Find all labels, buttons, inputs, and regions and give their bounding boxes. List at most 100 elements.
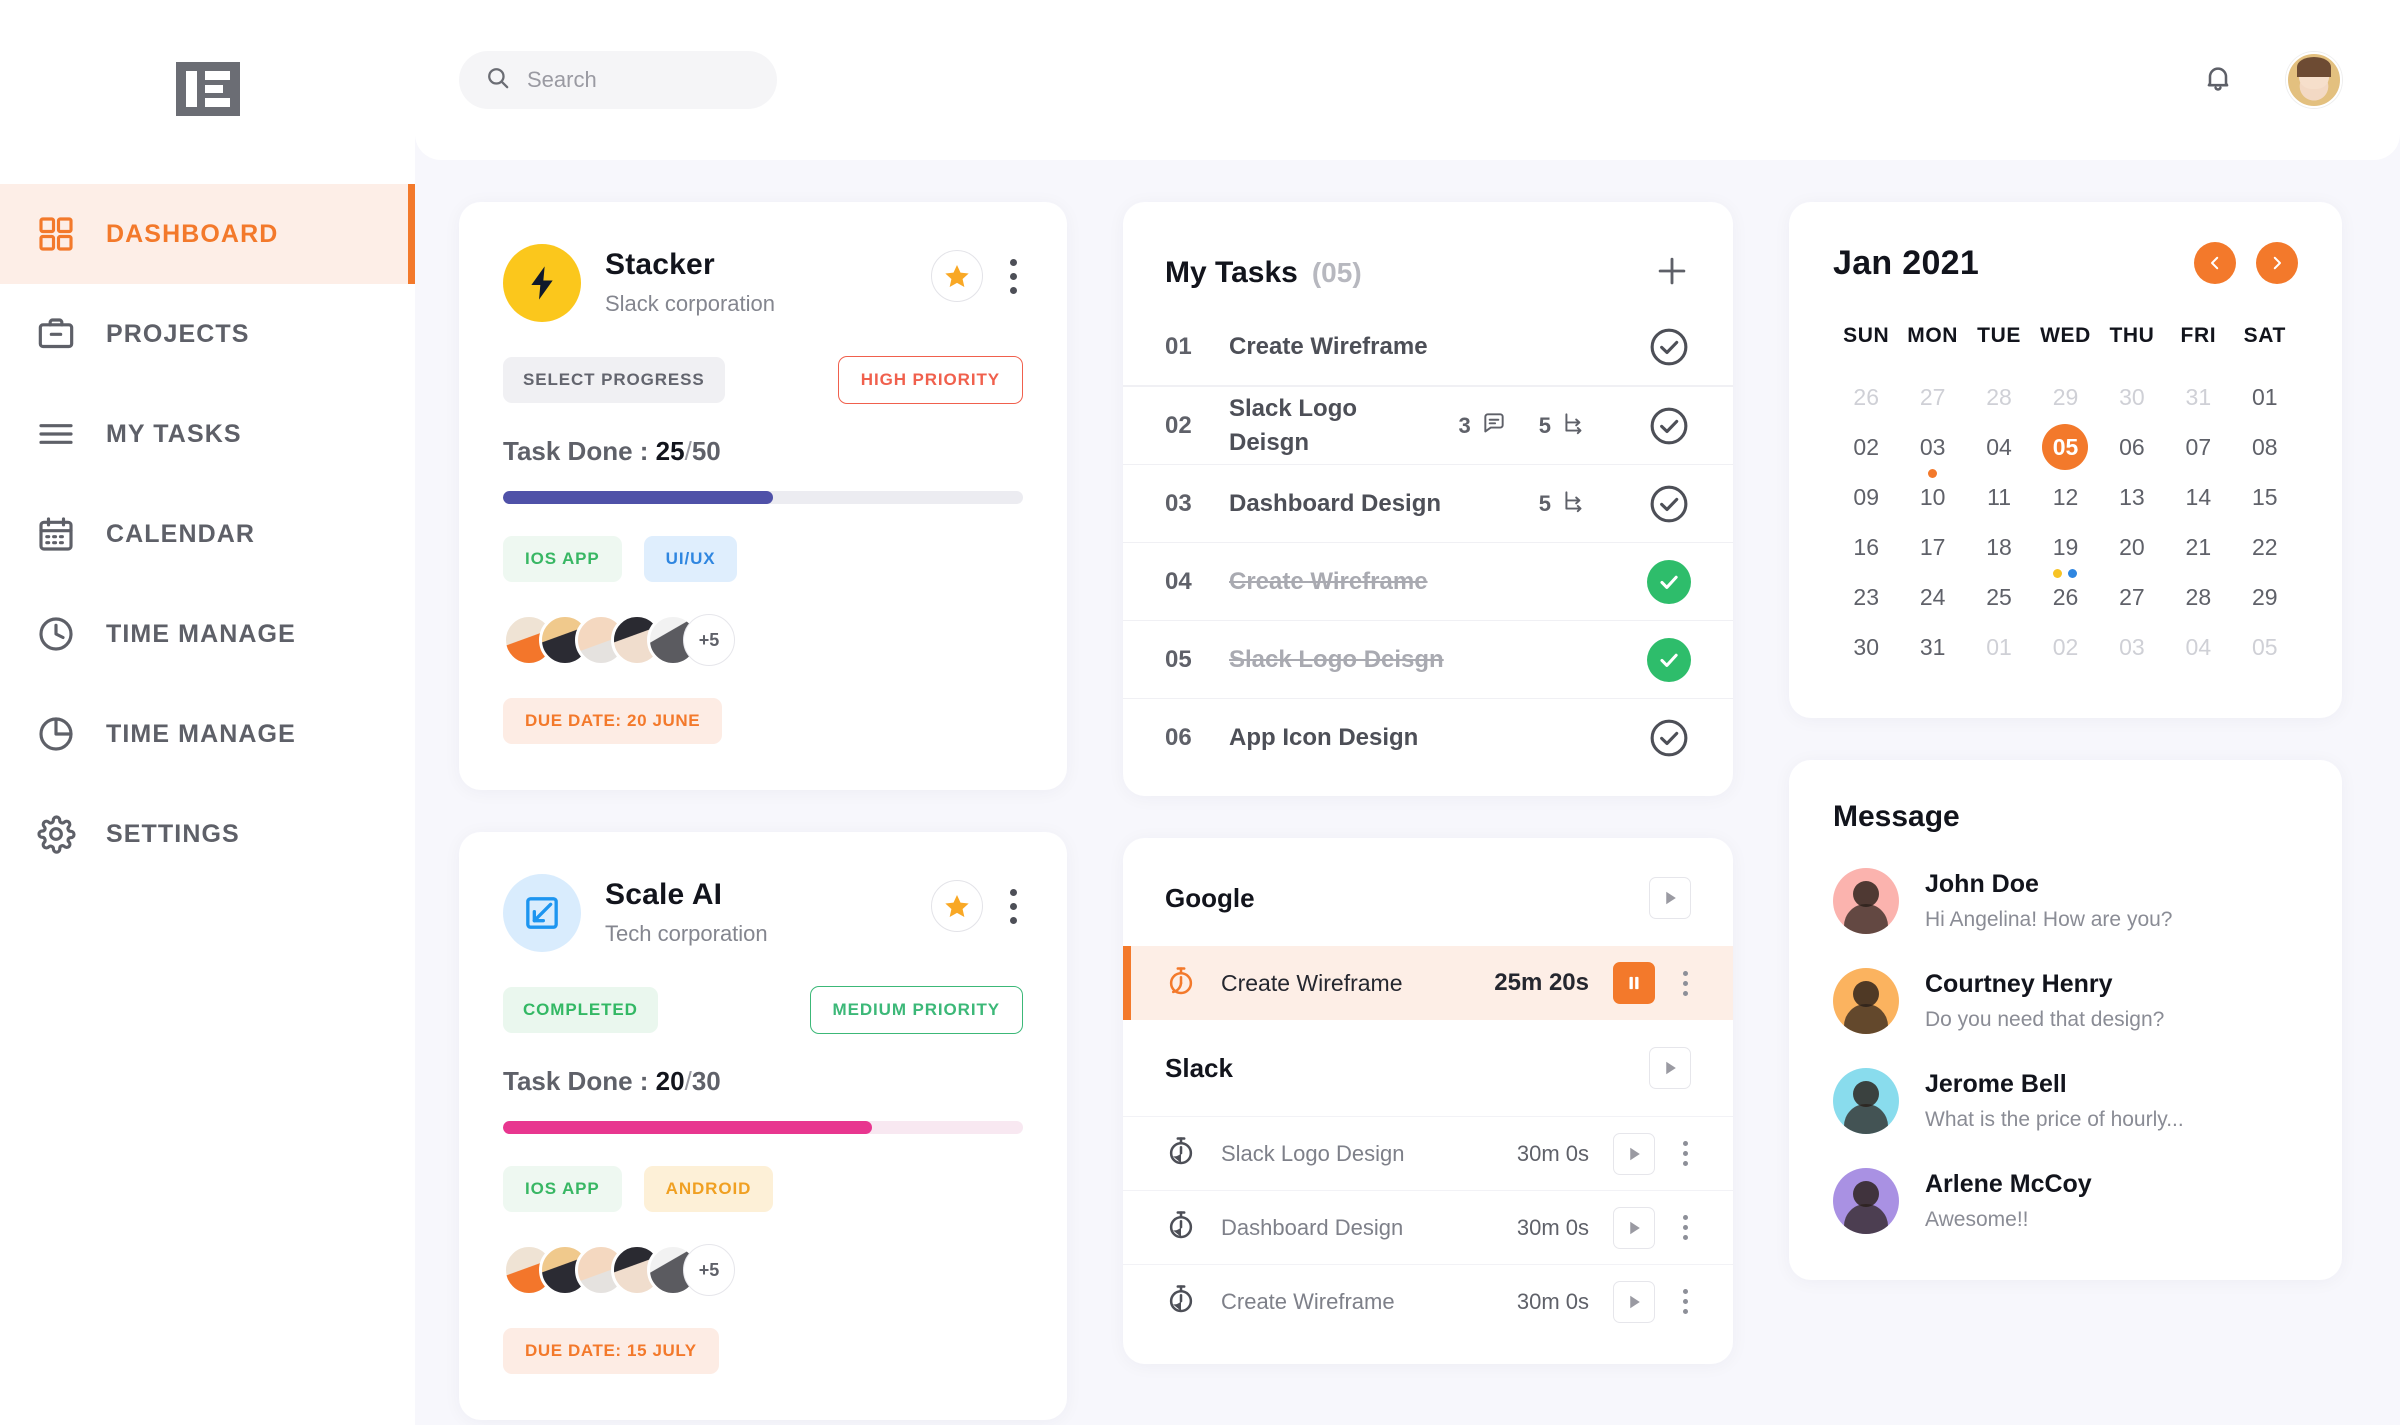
calendar-day[interactable]: 08 [2232, 424, 2298, 474]
calendar-day[interactable]: 30 [2099, 374, 2165, 424]
calendar-day[interactable]: 19 [2032, 524, 2098, 578]
calendar-day[interactable]: 02 [1833, 424, 1899, 474]
chevron-right-icon[interactable] [2256, 242, 2298, 284]
calendar-day[interactable]: 27 [1899, 374, 1965, 424]
task-completed-icon[interactable] [1647, 559, 1691, 604]
more-options-icon[interactable] [1003, 885, 1023, 928]
message-item[interactable]: Jerome Bell What is the price of hourly..… [1833, 1068, 2298, 1134]
calendar-day[interactable]: 24 [1899, 574, 1965, 624]
bell-icon[interactable] [2202, 62, 2234, 99]
task-row[interactable]: 03 Dashboard Design 5 [1123, 464, 1733, 542]
calendar-day[interactable]: 21 [2165, 524, 2231, 574]
more-options-icon[interactable] [1679, 1137, 1691, 1170]
task-row[interactable]: 06 App Icon Design [1123, 698, 1733, 776]
calendar-day[interactable]: 09 [1833, 474, 1899, 524]
star-icon[interactable] [931, 250, 983, 302]
sidebar-item-projects[interactable]: PROJECTS [0, 284, 415, 384]
extra-members-count[interactable]: +5 [683, 1244, 735, 1296]
sidebar-item-my-tasks[interactable]: MY TASKS [0, 384, 415, 484]
calendar-day[interactable]: 26 [1833, 374, 1899, 424]
calendar-day[interactable]: 31 [1899, 624, 1965, 674]
calendar-day[interactable]: 15 [2232, 474, 2298, 524]
calendar-day[interactable]: 06 [2099, 424, 2165, 474]
play-icon[interactable] [1613, 1206, 1655, 1249]
message-item[interactable]: Courtney Henry Do you need that design? [1833, 968, 2298, 1034]
task-row[interactable]: 01 Create Wireframe [1123, 308, 1733, 386]
sidebar-item-calendar[interactable]: CALENDAR [0, 484, 415, 584]
project-priority-badge[interactable]: HIGH PRIORITY [837, 356, 1023, 404]
project-tag[interactable]: ANDROID [643, 1166, 774, 1212]
calendar-day[interactable]: 29 [2232, 574, 2298, 624]
play-icon[interactable] [1613, 1280, 1655, 1323]
user-avatar[interactable] [2286, 52, 2342, 108]
play-icon[interactable] [1613, 1132, 1655, 1175]
calendar-day[interactable]: 03 [1899, 424, 1965, 478]
chevron-left-icon[interactable] [2194, 242, 2236, 284]
pause-icon[interactable] [1613, 962, 1655, 1004]
calendar-day[interactable]: 30 [1833, 624, 1899, 674]
calendar-day[interactable]: 29 [2032, 374, 2098, 424]
project-status-badge[interactable]: SELECT PROGRESS [503, 357, 725, 403]
calendar-day[interactable]: 11 [1966, 474, 2032, 524]
calendar-day[interactable]: 05 [2032, 424, 2098, 474]
task-row[interactable]: 05 Slack Logo Deisgn [1123, 620, 1733, 698]
calendar-day[interactable]: 14 [2165, 474, 2231, 524]
search-input[interactable]: Search [459, 51, 777, 109]
calendar-day[interactable]: 03 [2099, 624, 2165, 674]
play-icon[interactable] [1649, 877, 1691, 919]
task-completed-icon[interactable] [1647, 637, 1691, 682]
message-item[interactable]: John Doe Hi Angelina! How are you? [1833, 868, 2298, 934]
sidebar-item-dashboard[interactable]: DASHBOARD [0, 184, 415, 284]
calendar-day[interactable]: 28 [2165, 574, 2231, 624]
timer-row[interactable]: Slack Logo Design 30m 0s [1123, 1116, 1733, 1190]
calendar-day[interactable]: 17 [1899, 524, 1965, 574]
project-tag[interactable]: UI/UX [643, 536, 738, 582]
task-check-icon[interactable] [1647, 325, 1691, 369]
calendar-day[interactable]: 25 [1966, 574, 2032, 624]
calendar-day[interactable]: 28 [1966, 374, 2032, 424]
calendar-day[interactable]: 26 [2032, 574, 2098, 624]
calendar-day[interactable]: 10 [1899, 474, 1965, 524]
task-row[interactable]: 02 Slack Logo Deisgn 3 5 [1123, 386, 1733, 464]
calendar-day[interactable]: 22 [2232, 524, 2298, 574]
calendar-day[interactable]: 04 [2165, 624, 2231, 674]
message-item[interactable]: Arlene McCoy Awesome!! [1833, 1168, 2298, 1234]
sidebar-item-settings[interactable]: SETTINGS [0, 784, 415, 884]
sidebar-item-time-manage[interactable]: TIME MANAGE [0, 584, 415, 684]
calendar-day[interactable]: 12 [2032, 474, 2098, 524]
task-row[interactable]: 04 Create Wireframe [1123, 542, 1733, 620]
project-status-badge[interactable]: COMPLETED [503, 987, 658, 1033]
timer-row[interactable]: Dashboard Design 30m 0s [1123, 1190, 1733, 1264]
project-priority-badge[interactable]: MEDIUM PRIORITY [809, 986, 1023, 1034]
calendar-day[interactable]: 31 [2165, 374, 2231, 424]
calendar-day[interactable]: 18 [1966, 524, 2032, 574]
calendar-day[interactable]: 02 [2032, 624, 2098, 674]
extra-members-count[interactable]: +5 [683, 614, 735, 666]
more-options-icon[interactable] [1679, 967, 1691, 1000]
calendar-day[interactable]: 23 [1833, 574, 1899, 624]
play-icon[interactable] [1649, 1047, 1691, 1089]
task-check-icon[interactable] [1647, 716, 1691, 760]
star-icon[interactable] [931, 880, 983, 932]
more-options-icon[interactable] [1679, 1285, 1691, 1318]
calendar-day[interactable]: 16 [1833, 524, 1899, 574]
more-options-icon[interactable] [1679, 1211, 1691, 1244]
calendar-day[interactable]: 05 [2232, 624, 2298, 674]
task-check-icon[interactable] [1647, 404, 1691, 448]
calendar-day[interactable]: 04 [1966, 424, 2032, 474]
timer-row[interactable]: Create Wireframe 25m 20s [1123, 946, 1733, 1020]
calendar-day[interactable]: 20 [2099, 524, 2165, 574]
timer-row[interactable]: Create Wireframe 30m 0s [1123, 1264, 1733, 1338]
project-tag[interactable]: IOS APP [503, 1166, 622, 1212]
sidebar-item-time-manage[interactable]: TIME MANAGE [0, 684, 415, 784]
calendar-day[interactable]: 27 [2099, 574, 2165, 624]
plus-icon[interactable] [1653, 252, 1691, 295]
calendar-day[interactable]: 01 [1966, 624, 2032, 674]
calendar-day[interactable]: 13 [2099, 474, 2165, 524]
task-check-icon[interactable] [1647, 482, 1691, 526]
calendar-day[interactable]: 07 [2165, 424, 2231, 474]
project-tag[interactable]: IOS APP [503, 536, 622, 582]
calendar-day[interactable]: 01 [2232, 374, 2298, 424]
more-options-icon[interactable] [1003, 255, 1023, 298]
project-tags: IOS APP UI/UX [503, 536, 1023, 582]
